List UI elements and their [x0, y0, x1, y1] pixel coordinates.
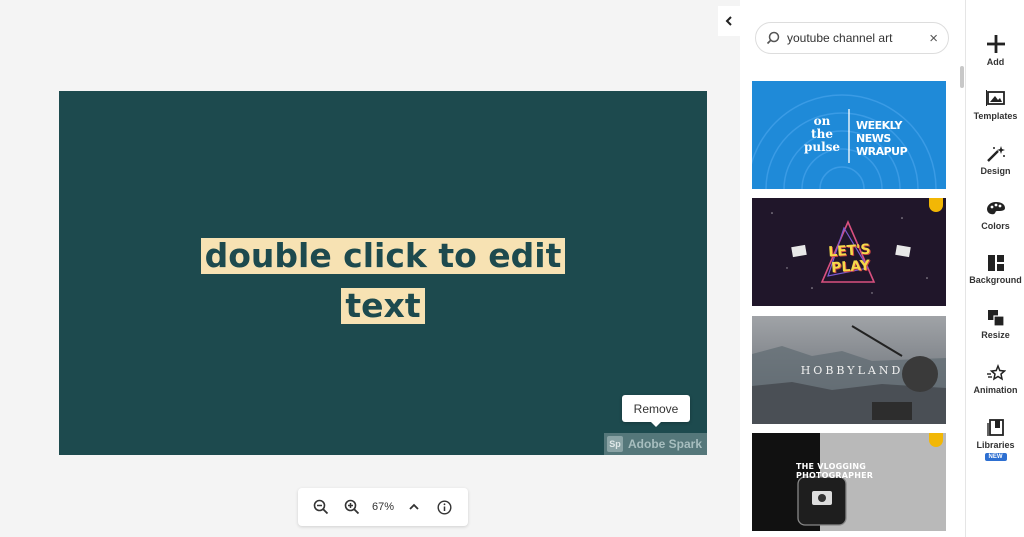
chevron-up-icon[interactable]	[404, 497, 424, 517]
adobe-spark-watermark[interactable]: Sp Adobe Spark	[604, 433, 707, 455]
zoom-in-icon[interactable]	[342, 497, 362, 517]
template-thumbnail[interactable]: HOBBYLAND	[752, 316, 946, 424]
background-icon	[987, 255, 1004, 271]
rail-item-background[interactable]: Background	[966, 254, 1024, 285]
rail-item-add[interactable]: Add	[966, 34, 1024, 67]
zoom-level[interactable]: 67%	[372, 501, 394, 513]
template-thumbnail[interactable]: on the pulse WEEKLY NEWS WRAPUP	[752, 81, 946, 189]
premium-badge-icon	[929, 433, 943, 447]
search-icon	[766, 31, 780, 45]
thumb1-right-text: WEEKLY NEWS WRAPUP	[856, 119, 908, 158]
rail-label: Libraries	[976, 440, 1015, 450]
app-window: double click to edit text Sp Adobe Spark…	[0, 0, 1024, 537]
zoom-toolbar: 67%	[298, 488, 468, 526]
workspace: double click to edit text Sp Adobe Spark…	[0, 0, 740, 537]
rail-label: Colors	[981, 221, 1010, 231]
rail-label: Animation	[973, 385, 1018, 395]
rail-label: Templates	[973, 111, 1018, 121]
rail-label: Design	[980, 166, 1011, 176]
collapse-panel-button[interactable]	[718, 6, 740, 36]
chevron-left-icon	[725, 16, 732, 26]
animation-icon	[986, 364, 1006, 381]
canvas-text-block[interactable]: double click to edit text	[59, 233, 707, 333]
remove-watermark-button[interactable]: Remove	[622, 395, 690, 427]
template-search[interactable]: ×	[755, 22, 949, 54]
magic-wand-icon	[986, 146, 1005, 162]
watermark-text: Adobe Spark	[628, 437, 703, 451]
zoom-out-icon[interactable]	[311, 497, 331, 517]
templates-panel: × on the pulse WEEKLY NEWS WRAPUP	[740, 0, 965, 537]
rail-item-colors[interactable]: Colors	[966, 200, 1024, 231]
rail-label: Resize	[981, 330, 1010, 340]
thumb4-title: THE VLOGGING PHOTOGRAPHER	[796, 462, 874, 480]
spark-logo-icon: Sp	[607, 436, 623, 452]
new-badge: NEW	[984, 453, 1007, 461]
template-thumbnail-art	[752, 94, 937, 189]
premium-badge-icon	[929, 198, 943, 212]
resize-icon	[987, 310, 1005, 327]
rail-label: Background	[969, 275, 1022, 285]
thumb1-left-text: on the pulse	[803, 114, 841, 154]
thumb3-title: HOBBYLAND	[800, 364, 904, 377]
search-input[interactable]	[787, 31, 917, 45]
info-icon[interactable]	[435, 497, 455, 517]
clear-search-icon[interactable]: ×	[929, 31, 938, 46]
rail-item-templates[interactable]: Templates	[966, 90, 1024, 121]
thumb2-title: LET'S PLAY	[827, 241, 872, 277]
rail-label: Add	[986, 57, 1005, 67]
canvas-text-line-2[interactable]: text	[341, 288, 425, 324]
rail-item-resize[interactable]: Resize	[966, 309, 1024, 340]
palette-icon	[986, 202, 1005, 215]
panel-scrollbar[interactable]	[960, 66, 964, 88]
tool-rail: Add Templates Design Colors Background R…	[965, 0, 1024, 537]
rail-item-design[interactable]: Design	[966, 145, 1024, 176]
libraries-icon	[986, 419, 1004, 436]
template-thumbnail-art	[752, 433, 847, 531]
template-thumbnail[interactable]: LET'S PLAY	[752, 198, 946, 306]
design-canvas[interactable]: double click to edit text Sp Adobe Spark	[59, 91, 707, 455]
plus-icon	[986, 35, 1005, 53]
template-thumbnail[interactable]: THE VLOGGING PHOTOGRAPHER	[752, 433, 946, 531]
canvas-text-line-1[interactable]: double click to edit	[200, 238, 566, 274]
templates-icon	[985, 90, 1005, 106]
rail-item-animation[interactable]: Animation	[966, 364, 1024, 395]
rail-item-libraries[interactable]: Libraries NEW	[966, 419, 1024, 461]
